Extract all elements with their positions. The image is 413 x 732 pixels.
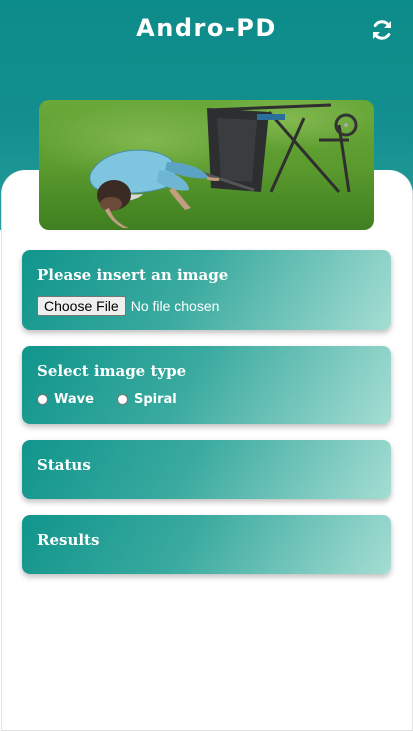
image-type-card: Select image type Wave Spiral (22, 346, 391, 424)
wave-label: Wave (54, 392, 94, 407)
results-title: Results (37, 531, 100, 549)
results-card: Results (22, 515, 391, 574)
wave-radio-button[interactable] (37, 394, 48, 405)
wave-radio[interactable]: Wave (37, 392, 94, 407)
status-card: Status (22, 440, 391, 499)
upload-card-title: Please insert an image (37, 266, 229, 284)
upload-card: Please insert an image Choose File No fi… (22, 250, 391, 330)
refresh-button[interactable] (368, 16, 396, 44)
spiral-radio-button[interactable] (116, 394, 128, 405)
refresh-icon (373, 20, 391, 40)
choose-file-button[interactable]: Choose File (37, 296, 126, 316)
file-status: No file chosen (130, 298, 220, 314)
spiral-label: Spiral (133, 392, 177, 407)
image-type-title: Select image type (37, 362, 187, 380)
status-title: Status (37, 456, 91, 474)
spiral-radio[interactable]: Spiral (116, 392, 177, 407)
hero-image (39, 100, 374, 230)
app-title: Andro-PD (136, 14, 277, 42)
